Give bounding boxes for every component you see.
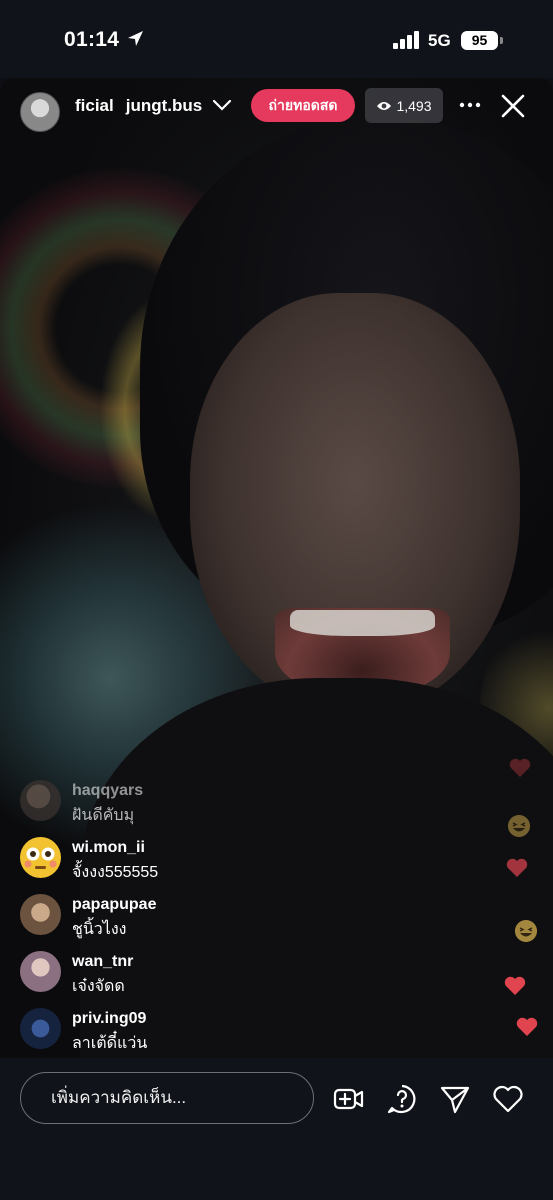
- laughing-reaction-icon: [508, 815, 530, 837]
- viewer-count: 1,493: [396, 97, 432, 114]
- heart-reaction-icon: [516, 1017, 538, 1036]
- heart-reaction-icon: [506, 858, 528, 877]
- comment-item[interactable]: papapupae ชูนิ้วไงง: [20, 892, 320, 949]
- battery-level: 95: [461, 31, 498, 50]
- comment-username[interactable]: priv.ing09: [72, 1010, 146, 1028]
- comment-item[interactable]: wan_tnr เจ๋งจัดด: [20, 949, 320, 1006]
- comment-username[interactable]: papapupae: [72, 896, 156, 914]
- comment-text: จั้งงง555555: [72, 864, 159, 881]
- status-bar: 01:14 5G 95: [0, 0, 553, 78]
- comment-text: ฝันดีคับมุ: [72, 807, 135, 824]
- status-time: 01:14: [64, 28, 120, 51]
- eye-icon: [377, 101, 392, 110]
- person-teeth: [290, 610, 435, 636]
- commenter-avatar[interactable]: [20, 894, 61, 935]
- commenter-avatar[interactable]: [20, 951, 61, 992]
- comment-item[interactable]: wi.mon_ii จั้งงง555555: [20, 835, 320, 892]
- comment-text: ลาเต้ดี๋แว่น: [72, 1035, 148, 1052]
- host-avatar[interactable]: [20, 92, 60, 132]
- comment-text: ชูนิ้วไงง: [72, 921, 127, 938]
- heart-reaction-icon: [504, 976, 526, 995]
- heart-icon[interactable]: [492, 1083, 524, 1115]
- comment-input[interactable]: เพิ่มความคิดเห็น...: [20, 1072, 314, 1124]
- host-names[interactable]: ficial jungt.bus: [75, 96, 207, 118]
- comment-item[interactable]: priv.ing09 ลาเต้ดี๋แว่น: [20, 1006, 320, 1063]
- comment-username[interactable]: wi.mon_ii: [72, 839, 145, 857]
- location-arrow-icon: [128, 31, 143, 46]
- more-horizontal-icon[interactable]: [458, 95, 482, 115]
- flushed-face-icon: [20, 837, 61, 878]
- add-video-icon[interactable]: [333, 1083, 365, 1115]
- commenter-avatar[interactable]: [20, 837, 61, 878]
- laughing-reaction-icon: [515, 920, 537, 942]
- host-name: jungt.bus: [125, 96, 203, 115]
- viewer-count-pill[interactable]: 1,493: [365, 88, 443, 123]
- commenter-avatar[interactable]: [20, 780, 61, 821]
- question-icon[interactable]: [386, 1083, 418, 1115]
- comment-item[interactable]: haqqyars ฝันดีคับมุ: [20, 778, 320, 835]
- signal-bars-icon: [393, 31, 419, 49]
- comment-username[interactable]: haqqyars: [72, 782, 143, 800]
- chevron-down-icon[interactable]: [212, 98, 232, 112]
- battery-tip: [500, 37, 503, 44]
- comment-username[interactable]: wan_tnr: [72, 953, 133, 971]
- comment-text: เจ๋งจัดด: [72, 978, 125, 995]
- commenter-avatar[interactable]: [20, 1008, 61, 1049]
- comment-feed[interactable]: haqqyars ฝันดีคับมุ wi.mon_ii จั้งงง5555…: [20, 778, 320, 1063]
- heart-reaction-icon: [509, 758, 531, 777]
- close-icon[interactable]: [500, 93, 526, 119]
- network-type: 5G: [428, 31, 451, 50]
- live-badge: ถ่ายทอดสด: [251, 89, 355, 122]
- host-name: ficial: [75, 96, 114, 115]
- send-icon[interactable]: [439, 1083, 471, 1115]
